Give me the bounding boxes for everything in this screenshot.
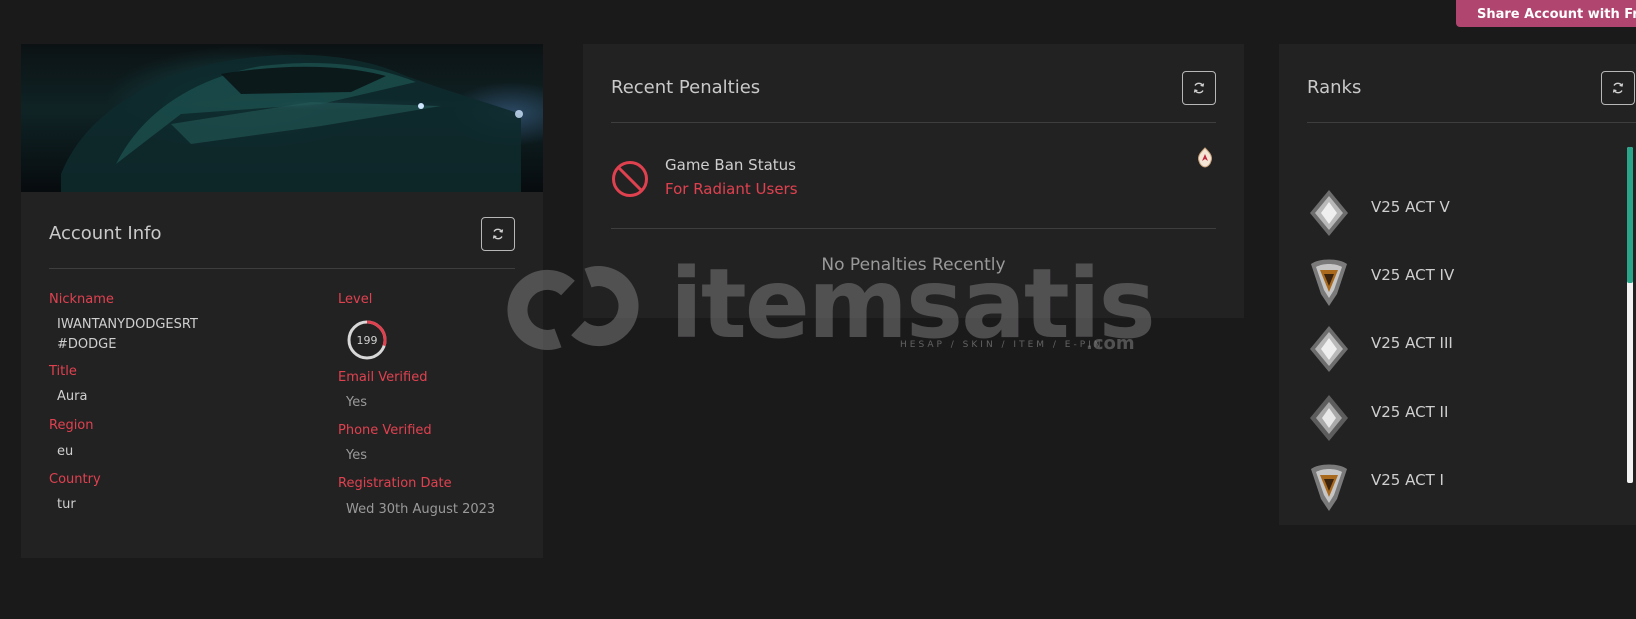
level-label: Level [338,292,373,307]
game-ban-status-title: Game Ban Status [665,156,796,174]
share-account-button[interactable]: Share Account with Friends [1456,0,1636,27]
silver-rank-icon [1310,190,1348,236]
rank-item: V25 ACT II [1307,393,1607,453]
rank-label: V25 ACT V [1371,198,1450,216]
rank-label: V25 ACT III [1371,334,1453,352]
ranks-refresh-button[interactable] [1601,71,1635,105]
recent-penalties-title: Recent Penalties [611,77,761,98]
silver-rank-icon [1310,326,1348,372]
refresh-icon [1612,82,1624,94]
email-verified-value: Yes [346,395,367,410]
game-ban-status-subtitle: For Radiant Users [665,180,798,198]
title-value: Aura [57,389,88,404]
refresh-icon [1193,82,1205,94]
country-value: tur [57,497,76,512]
gold-rank-icon [1311,259,1347,306]
ranks-title: Ranks [1307,77,1362,98]
gold-rank-icon [1311,464,1347,511]
registration-date-label: Registration Date [338,476,452,491]
ranks-card: Ranks V25 ACT V V25 ACT IV V25 ACT III V… [1279,44,1636,525]
account-info-title: Account Info [49,223,162,244]
account-banner-image [21,44,543,193]
title-label: Title [49,364,77,379]
ranks-scrollbar[interactable] [1627,147,1633,483]
rank-label: V25 ACT I [1371,471,1444,489]
ranks-divider [1307,122,1636,123]
rank-item: V25 ACT V [1307,188,1607,248]
rank-item: V25 ACT III [1307,324,1607,384]
rank-item: V25 ACT IV [1307,256,1607,316]
penalties-divider-bottom [611,228,1216,229]
registration-date-value: Wed 30th August 2023 [346,502,496,517]
account-divider [49,268,515,269]
watermark-suffix: .com [1086,333,1135,354]
no-penalties-text: No Penalties Recently [821,255,1006,275]
nickname-value: IWANTANYDODGESRT [57,317,198,332]
ranks-scrollbar-thumb[interactable] [1627,147,1633,283]
region-value: eu [57,444,74,459]
rank-label: V25 ACT II [1371,403,1449,421]
country-label: Country [49,472,101,487]
region-label: Region [49,418,94,433]
recent-penalties-card: Recent Penalties Game Ban Status For Rad… [583,44,1244,318]
rank-label: V25 ACT IV [1371,266,1455,284]
penalties-divider-top [611,122,1216,123]
silver-rank-icon [1310,395,1348,441]
phone-verified-value: Yes [346,448,367,463]
email-verified-label: Email Verified [338,370,428,385]
watermark-tagline: HESAP / SKIN / ITEM / E-PIN [900,340,1104,350]
account-info-card: Account Info Nickname IWANTANYDODGESRT #… [21,44,543,558]
ban-icon [612,161,648,197]
refresh-icon [492,228,504,240]
car-silhouette-image [61,54,523,193]
nickname-tag: #DODGE [57,337,117,352]
phone-verified-label: Phone Verified [338,423,432,438]
rank-item: V25 ACT I [1307,461,1607,521]
level-value: 199 [356,333,378,347]
radiant-rank-icon [1198,147,1212,168]
penalties-refresh-button[interactable] [1182,71,1216,105]
nickname-label: Nickname [49,292,114,307]
account-refresh-button[interactable] [481,217,515,251]
